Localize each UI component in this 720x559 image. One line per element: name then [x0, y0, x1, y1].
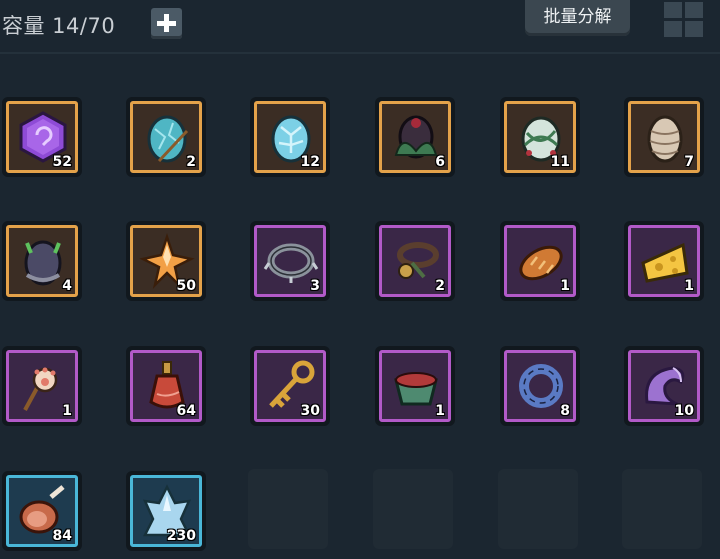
header-divider — [0, 52, 720, 54]
slot-pet-collar[interactable]: 2 — [375, 221, 455, 301]
slot-ice-egg[interactable]: 12 — [250, 97, 330, 177]
item-count: 52 — [52, 154, 72, 170]
item-count: 3 — [310, 278, 320, 294]
batch-decompose-button[interactable]: 批量分解 — [525, 0, 630, 36]
item-count: 1 — [435, 403, 445, 419]
capacity-label: 容量 14/70 — [2, 14, 116, 38]
slot-potion[interactable]: 64 — [126, 346, 206, 426]
grid-view-button[interactable] — [664, 2, 704, 38]
slot-blue-ring[interactable]: 8 — [500, 346, 580, 426]
slot-dark-leaf-egg[interactable]: 6 — [375, 97, 455, 177]
expand-capacity-button[interactable] — [151, 8, 182, 39]
item-count: 230 — [166, 528, 196, 544]
slot-vine-egg[interactable]: 11 — [500, 97, 580, 177]
item-count: 10 — [674, 403, 694, 419]
slot-food-bowl[interactable]: 1 — [375, 346, 455, 426]
slot-ice-shard[interactable]: 230 — [126, 471, 206, 551]
slot-purple-gem[interactable]: 52 — [2, 97, 82, 177]
item-count: 12 — [300, 154, 320, 170]
item-count: 30 — [300, 403, 320, 419]
item-count: 2 — [435, 278, 445, 294]
slot-purple-claw[interactable]: 10 — [624, 346, 704, 426]
empty-slot[interactable] — [373, 469, 453, 549]
item-count: 8 — [560, 403, 570, 419]
slot-spiked-collar[interactable]: 3 — [250, 221, 330, 301]
item-count: 2 — [186, 154, 196, 170]
item-count: 1 — [62, 403, 72, 419]
item-count: 50 — [176, 278, 196, 294]
inventory-header: 容量 14/70 批量分解 — [0, 0, 720, 52]
slot-cheese[interactable]: 1 — [624, 221, 704, 301]
grid-view-icon — [664, 2, 682, 18]
item-count: 6 — [435, 154, 445, 170]
slot-scaled-egg[interactable]: 7 — [624, 97, 704, 177]
slot-paw-toy[interactable]: 1 — [2, 346, 82, 426]
item-count: 4 — [62, 278, 72, 294]
slot-meat[interactable]: 84 — [2, 471, 82, 551]
empty-slot[interactable] — [248, 469, 328, 549]
item-count: 1 — [684, 278, 694, 294]
item-count: 84 — [52, 528, 72, 544]
slot-horned-egg[interactable]: 4 — [2, 221, 82, 301]
item-count: 64 — [176, 403, 196, 419]
slot-golden-key[interactable]: 30 — [250, 346, 330, 426]
item-count: 7 — [684, 154, 694, 170]
empty-slot[interactable] — [622, 469, 702, 549]
empty-slot[interactable] — [498, 469, 578, 549]
slot-teal-egg[interactable]: 2 — [126, 97, 206, 177]
slot-star-crystal[interactable]: 50 — [126, 221, 206, 301]
item-count: 1 — [560, 278, 570, 294]
slot-bread[interactable]: 1 — [500, 221, 580, 301]
item-count: 11 — [550, 154, 570, 170]
